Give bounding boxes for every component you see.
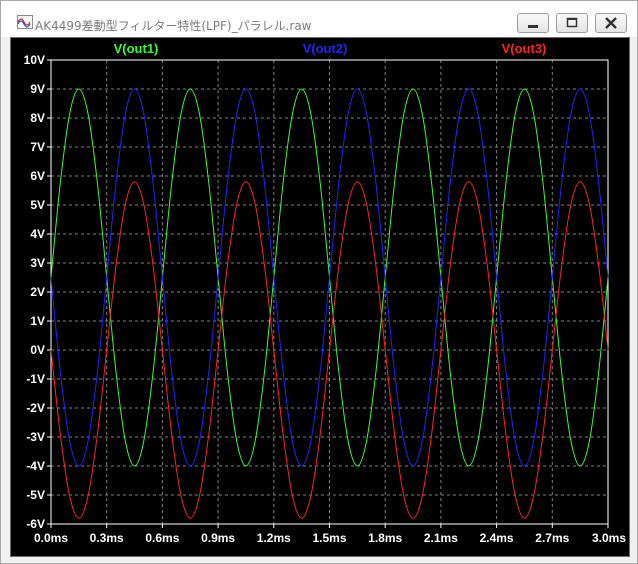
y-tick-label: -3V [26, 430, 45, 444]
y-tick-label: 0V [30, 343, 45, 357]
waveform-icon [17, 15, 33, 29]
legend-entry: V(out1) [114, 41, 159, 56]
x-tick-label: 2.4ms [480, 531, 514, 545]
plot-pane[interactable]: 10V 9V 8V 7V 6V 5V 4V 3V 2V 1V 0V -1V -2V -3V -4V -5V -6… [10, 37, 630, 557]
y-tick-label: -4V [26, 459, 45, 473]
window-title: AK4499差動型フィルター特性(LPF)_パラレル.raw [35, 19, 312, 33]
minimize-button[interactable] [517, 13, 549, 33]
title-bar[interactable]: AK4499差動型フィルター特性(LPF)_パラレル.raw [1, 1, 637, 37]
waveform-window: AK4499差動型フィルター特性(LPF)_パラレル.raw 10V 9V 8V 7V… [0, 0, 638, 564]
y-tick-label: 9V [30, 82, 45, 96]
legend-entry: V(out3) [502, 41, 547, 56]
x-tick-label: 2.1ms [424, 531, 458, 545]
y-tick-label: 8V [30, 111, 45, 125]
y-tick-label: 7V [30, 140, 45, 154]
x-tick-label: 1.8ms [368, 531, 402, 545]
y-tick-label: 2V [30, 285, 45, 299]
x-tick-label: 1.2ms [257, 531, 291, 545]
x-tick-label: 1.5ms [312, 531, 346, 545]
x-tick-label: 3.0ms [592, 531, 626, 545]
x-tick-label: 0.0ms [34, 531, 68, 545]
y-tick-label: -6V [26, 517, 45, 531]
y-tick-label: 10V [24, 53, 45, 67]
y-tick-label: -2V [26, 401, 45, 415]
close-button[interactable] [595, 13, 627, 33]
x-tick-label: 2.7ms [535, 531, 569, 545]
y-tick-label: 3V [30, 256, 45, 270]
series-line-vout3 [50, 181, 609, 519]
y-tick-label: 4V [30, 227, 45, 241]
minimize-icon [528, 25, 538, 28]
y-tick-label: 5V [30, 198, 45, 212]
legend-entry: V(out2) [303, 41, 348, 56]
x-tick-label: 0.6ms [145, 531, 179, 545]
waveform-plot[interactable]: 10V 9V 8V 7V 6V 5V 4V 3V 2V 1V 0V -1V -2V -3V -4V -5V -6… [11, 38, 629, 556]
maximize-button[interactable] [556, 13, 588, 33]
maximize-icon [566, 17, 578, 28]
close-icon [605, 17, 617, 29]
y-tick-label: -1V [26, 372, 45, 386]
y-tick-label: 1V [30, 314, 45, 328]
y-tick-label: -5V [26, 488, 45, 502]
y-tick-label: 6V [30, 169, 45, 183]
x-tick-label: 0.9ms [201, 531, 235, 545]
x-tick-label: 0.3ms [90, 531, 124, 545]
